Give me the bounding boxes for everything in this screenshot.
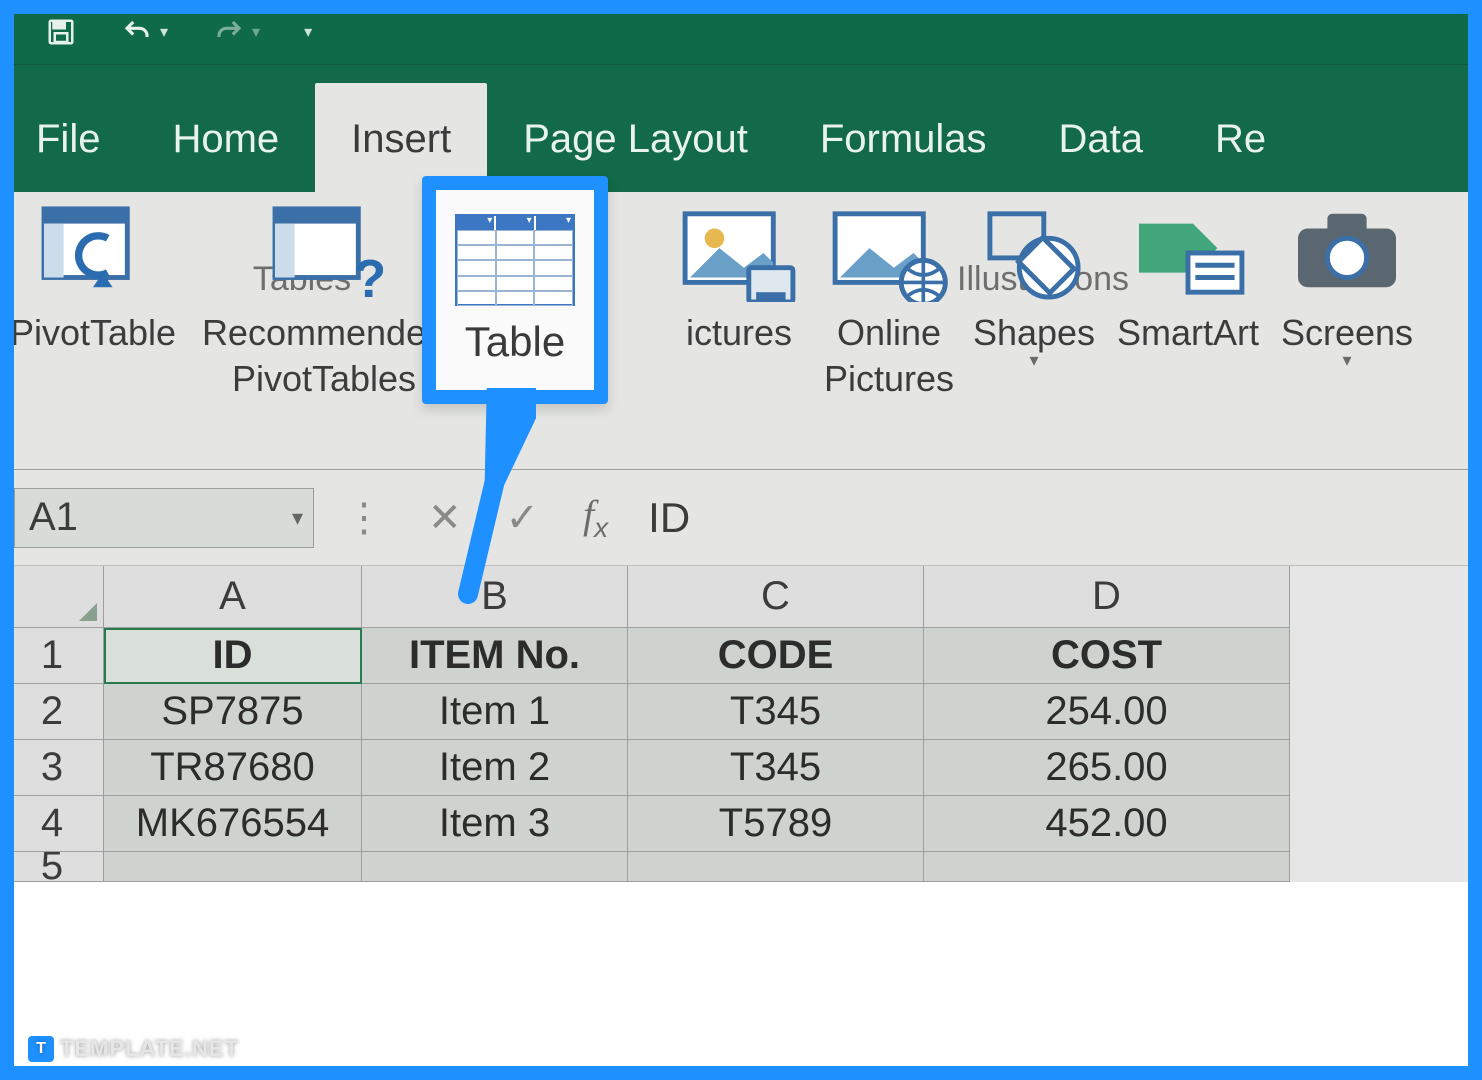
undo-icon[interactable]: ▾ — [120, 17, 168, 47]
table-icon — [455, 214, 575, 306]
cell-A4[interactable]: MK676554 — [104, 796, 362, 852]
cell-D4[interactable]: 452.00 — [924, 796, 1290, 852]
column-header-B[interactable]: B — [362, 566, 628, 628]
tab-home[interactable]: Home — [136, 117, 315, 192]
cancel-icon[interactable]: ✕ — [428, 495, 462, 541]
row-header-4[interactable]: 4 — [0, 796, 104, 852]
chevron-down-icon[interactable]: ▾ — [292, 505, 303, 531]
online-pictures-icon — [830, 204, 948, 302]
formula-bar-value[interactable]: ID — [648, 494, 690, 542]
cell-A3[interactable]: TR87680 — [104, 740, 362, 796]
name-box-value: A1 — [29, 495, 78, 540]
pictures-icon — [680, 204, 798, 302]
formula-bar-row: A1 ▾ ⋮ ✕ ✓ fx ID — [0, 470, 1482, 566]
cell-B2[interactable]: Item 1 — [362, 684, 628, 740]
ribbon: PivotTable ? Recommended PivotTables Tab… — [0, 192, 1482, 470]
table-row: 5 — [0, 852, 1482, 882]
smartart-label: SmartArt — [1117, 310, 1259, 356]
shapes-button[interactable]: Shapes ▾ — [964, 198, 1104, 254]
smartart-icon — [1129, 204, 1247, 302]
cell-D1[interactable]: COST — [924, 628, 1290, 684]
recommended-label-1: Recommended — [202, 310, 446, 356]
cell-D3[interactable]: 265.00 — [924, 740, 1290, 796]
dots-icon[interactable]: ⋮ — [344, 495, 384, 541]
smartart-button[interactable]: SmartArt — [1104, 198, 1272, 254]
online-pictures-button[interactable]: Online Pictures — [814, 198, 964, 254]
cell-A1[interactable]: ID — [104, 628, 362, 684]
svg-text:?: ? — [353, 249, 383, 302]
recommended-pivottables-icon: ? — [265, 204, 383, 302]
tab-formulas[interactable]: Formulas — [784, 117, 1023, 192]
tab-data[interactable]: Data — [1023, 117, 1180, 192]
spreadsheet: A B C D 1 ID ITEM No. CODE COST 2 SP7875… — [0, 566, 1482, 882]
cell-D5[interactable] — [924, 852, 1290, 882]
column-headers: A B C D — [0, 566, 1482, 628]
cell-B4[interactable]: Item 3 — [362, 796, 628, 852]
pictures-button[interactable]: ictures — [664, 198, 814, 254]
ribbon-tabs: File Home Insert Page Layout Formulas Da… — [0, 64, 1482, 192]
recommended-pivottables-button[interactable]: ? Recommended PivotTables — [191, 198, 457, 254]
row-header-2[interactable]: 2 — [0, 684, 104, 740]
name-box[interactable]: A1 ▾ — [14, 488, 314, 548]
table-button-highlight[interactable]: Table — [422, 176, 608, 404]
pivottable-icon — [34, 204, 152, 302]
online-pictures-label-2: Pictures — [824, 356, 954, 402]
cell-B1[interactable]: ITEM No. — [362, 628, 628, 684]
screenshot-icon — [1288, 204, 1406, 302]
pivottable-label: PivotTable — [10, 310, 176, 356]
ribbon-group-illustrations: ictures Online Pictures Shapes ▾ — [604, 192, 1482, 303]
save-icon[interactable] — [46, 17, 76, 47]
table-highlight-label: Table — [465, 318, 565, 366]
table-row: 2 SP7875 Item 1 T345 254.00 — [0, 684, 1482, 740]
cell-C5[interactable] — [628, 852, 924, 882]
cell-A5[interactable] — [104, 852, 362, 882]
online-pictures-label-1: Online — [837, 310, 941, 356]
watermark-badge-icon: T — [28, 1036, 54, 1062]
watermark: T TEMPLATE.NET — [28, 1036, 239, 1062]
table-row: 3 TR87680 Item 2 T345 265.00 — [0, 740, 1482, 796]
cell-B5[interactable] — [362, 852, 628, 882]
cell-C1[interactable]: CODE — [628, 628, 924, 684]
column-header-C[interactable]: C — [628, 566, 924, 628]
table-row: 4 MK676554 Item 3 T5789 452.00 — [0, 796, 1482, 852]
pivottable-button[interactable]: PivotTable — [5, 198, 191, 254]
row-header-5[interactable]: 5 — [0, 852, 104, 882]
shapes-icon — [975, 204, 1093, 302]
formula-bar-icons: ⋮ ✕ ✓ fx — [344, 491, 608, 544]
recommended-label-2: PivotTables — [232, 356, 416, 402]
tab-file[interactable]: File — [0, 117, 136, 192]
cell-C2[interactable]: T345 — [628, 684, 924, 740]
fx-icon[interactable]: fx — [583, 491, 608, 544]
cell-C4[interactable]: T5789 — [628, 796, 924, 852]
chevron-down-icon[interactable]: ▾ — [1029, 350, 1038, 371]
tab-review[interactable]: Re — [1179, 117, 1302, 192]
table-row: 1 ID ITEM No. CODE COST — [0, 628, 1482, 684]
redo-icon[interactable]: ▾ — [212, 17, 260, 47]
screenshot-button[interactable]: Screens ▾ — [1272, 198, 1422, 254]
quick-access-toolbar: ▾ ▾ ▾ — [0, 0, 1482, 64]
row-header-3[interactable]: 3 — [0, 740, 104, 796]
pictures-label: ictures — [686, 310, 792, 356]
cell-A2[interactable]: SP7875 — [104, 684, 362, 740]
row-header-1[interactable]: 1 — [0, 628, 104, 684]
column-header-A[interactable]: A — [104, 566, 362, 628]
chevron-down-icon[interactable]: ▾ — [252, 22, 260, 42]
enter-icon[interactable]: ✓ — [506, 495, 540, 541]
column-header-D[interactable]: D — [924, 566, 1290, 628]
watermark-text: TEMPLATE.NET — [60, 1036, 239, 1062]
chevron-down-icon[interactable]: ▾ — [1342, 350, 1351, 371]
select-all-corner[interactable] — [0, 566, 104, 628]
cell-C3[interactable]: T345 — [628, 740, 924, 796]
cell-B3[interactable]: Item 2 — [362, 740, 628, 796]
cell-D2[interactable]: 254.00 — [924, 684, 1290, 740]
chevron-down-icon[interactable]: ▾ — [160, 22, 168, 42]
customize-qat-icon[interactable]: ▾ — [304, 22, 312, 42]
